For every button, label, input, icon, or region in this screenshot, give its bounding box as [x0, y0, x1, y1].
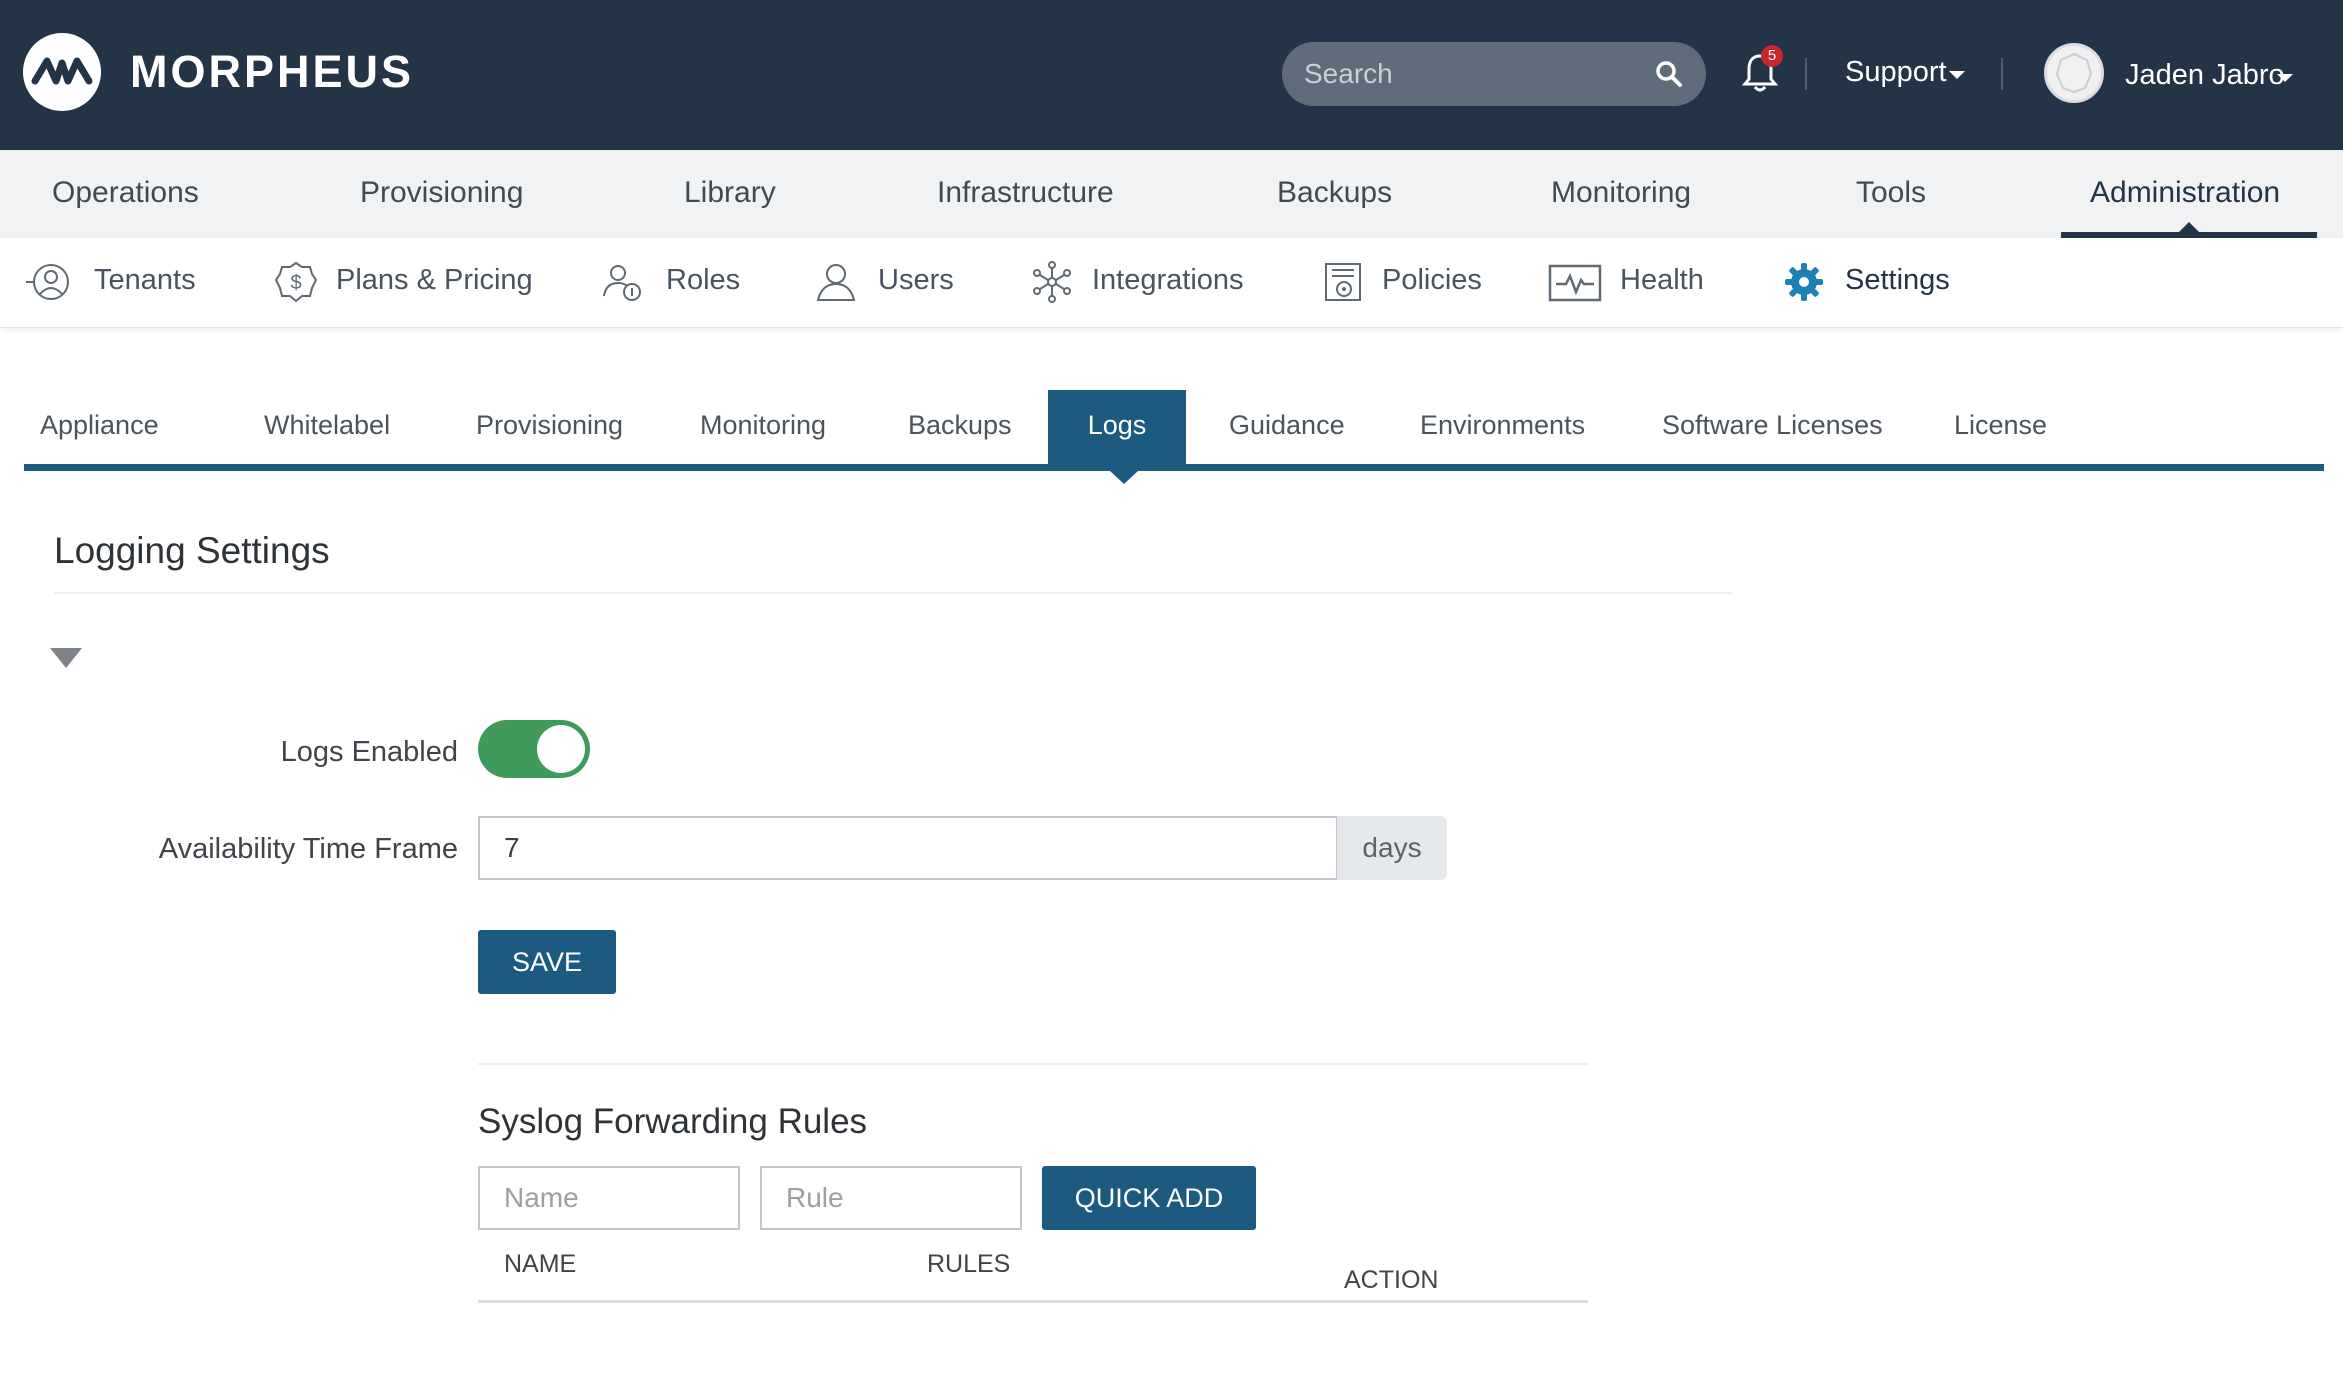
user-name[interactable]: Jaden Jabro — [2125, 59, 2285, 92]
health-icon — [1548, 264, 1602, 302]
divider — [1805, 58, 1807, 90]
notification-badge: 5 — [1761, 45, 1783, 67]
dollar-icon: $ — [274, 261, 318, 303]
save-button[interactable]: SAVE — [478, 930, 616, 994]
tab-whitelabel[interactable]: Whitelabel — [264, 390, 404, 466]
subnav-health[interactable]: Health — [1548, 238, 1718, 328]
column-header-rules: RULES — [927, 1250, 1011, 1278]
subnav-plans-pricing[interactable]: $ Plans & Pricing — [272, 238, 533, 328]
avatar[interactable] — [2044, 43, 2104, 103]
support-menu[interactable]: Support — [1845, 56, 1947, 89]
subnav-label: Policies — [1382, 264, 1482, 296]
tab-monitoring[interactable]: Monitoring — [700, 390, 840, 466]
tenants-icon — [26, 264, 69, 300]
svg-text:$: $ — [290, 272, 301, 294]
roles-icon — [603, 265, 641, 301]
subnav-label: Health — [1620, 264, 1704, 296]
subnav-tenants[interactable]: Tenants — [24, 238, 204, 328]
active-tab-arrow — [1110, 471, 1138, 484]
availability-time-frame-input[interactable] — [478, 816, 1338, 880]
logs-enabled-toggle[interactable] — [478, 720, 590, 778]
tab-appliance[interactable]: Appliance — [40, 390, 170, 466]
subnav-label: Plans & Pricing — [336, 264, 533, 296]
main-nav: Operations Provisioning Library Infrastr… — [0, 150, 2343, 238]
tab-logs[interactable]: Logs — [1048, 390, 1186, 466]
nav-monitoring[interactable]: Monitoring — [1551, 176, 1691, 210]
subnav-label: Tenants — [94, 264, 196, 296]
column-header-action: ACTION — [1344, 1266, 1439, 1294]
table-header-rule — [478, 1300, 1588, 1303]
days-addon: days — [1337, 816, 1447, 880]
collapse-caret-icon[interactable] — [50, 648, 82, 668]
integrations-icon — [1033, 261, 1071, 303]
nav-tools[interactable]: Tools — [1856, 176, 1926, 210]
quick-add-button[interactable]: QUICK ADD — [1042, 1166, 1256, 1230]
rule-input[interactable] — [760, 1166, 1022, 1230]
brand-name: MORPHEUS — [130, 46, 415, 97]
subnav-roles[interactable]: Roles — [598, 238, 758, 328]
availability-label: Availability Time Frame — [158, 833, 458, 865]
divider — [54, 592, 1732, 594]
column-header-name: NAME — [504, 1250, 577, 1278]
subnav-users[interactable]: Users — [812, 238, 972, 328]
tab-environments[interactable]: Environments — [1420, 390, 1600, 466]
admin-subnav: Tenants $ Plans & Pricing Roles Users In… — [0, 238, 2343, 328]
search-box[interactable] — [1282, 42, 1706, 106]
subnav-label: Users — [878, 264, 954, 296]
page-title: Logging Settings — [54, 530, 330, 571]
active-nav-arrow — [2177, 222, 2201, 234]
tab-software-licenses[interactable]: Software Licenses — [1662, 390, 1883, 466]
tab-guidance[interactable]: Guidance — [1229, 390, 1349, 466]
divider — [478, 1063, 1588, 1065]
subnav-settings[interactable]: Settings — [1780, 238, 1960, 328]
tab-backups[interactable]: Backups — [908, 390, 1018, 466]
logs-enabled-label: Logs Enabled — [280, 736, 458, 768]
tab-provisioning[interactable]: Provisioning — [476, 390, 626, 466]
nav-infrastructure[interactable]: Infrastructure — [937, 176, 1114, 210]
top-header: MORPHEUS 5 Support Jaden Jabro — [0, 0, 2343, 150]
tabs-underline — [24, 464, 2324, 471]
search-input[interactable] — [1304, 52, 1634, 96]
subnav-label: Roles — [666, 264, 741, 296]
subnav-label: Settings — [1845, 264, 1950, 296]
support-caret-icon[interactable] — [1949, 71, 1965, 79]
user-menu-caret-icon[interactable] — [2277, 74, 2293, 82]
subnav-label: Integrations — [1092, 264, 1244, 296]
nav-backups[interactable]: Backups — [1277, 176, 1392, 210]
gear-icon — [1785, 263, 1823, 301]
nav-operations[interactable]: Operations — [52, 176, 199, 210]
subnav-integrations[interactable]: Integrations — [1028, 238, 1248, 328]
rule-name-input[interactable] — [478, 1166, 740, 1230]
policies-icon — [1325, 263, 1361, 301]
toggle-knob — [537, 725, 585, 773]
nav-provisioning[interactable]: Provisioning — [360, 176, 523, 210]
settings-tabs: Appliance Whitelabel Provisioning Monito… — [24, 390, 2324, 472]
morpheus-logo[interactable] — [23, 33, 101, 111]
user-icon — [816, 264, 856, 301]
divider — [2001, 58, 2003, 90]
syslog-section-title: Syslog Forwarding Rules — [478, 1102, 868, 1141]
nav-library[interactable]: Library — [684, 176, 776, 210]
search-icon[interactable] — [1654, 59, 1684, 89]
subnav-policies[interactable]: Policies — [1320, 238, 1500, 328]
nav-administration[interactable]: Administration — [2090, 176, 2280, 210]
tab-license[interactable]: License — [1954, 390, 2054, 466]
